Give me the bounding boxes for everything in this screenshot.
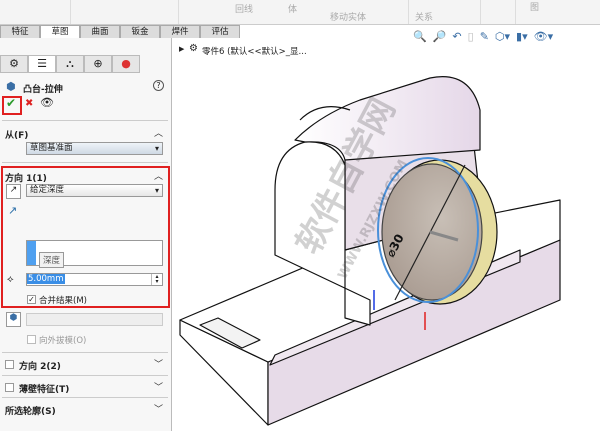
part-model[interactable]: ⌀30 软件自学网 WWW.RJZXW.COM (0, 0, 600, 431)
